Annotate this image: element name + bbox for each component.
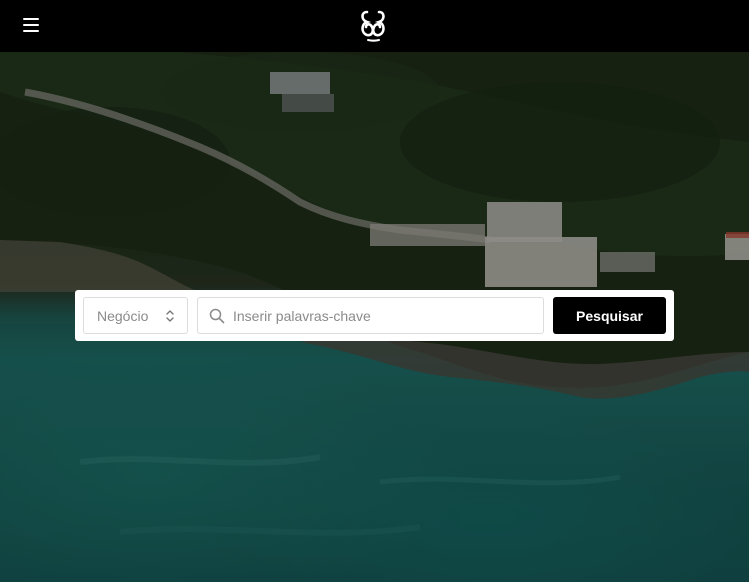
search-submit-button[interactable]: Pesquisar: [553, 297, 666, 334]
hamburger-menu-icon[interactable]: [23, 16, 43, 34]
keywords-input[interactable]: [233, 299, 533, 332]
business-type-select[interactable]: Negócio: [83, 297, 188, 334]
brand-logo[interactable]: [358, 9, 388, 43]
property-search-bar: Negócio Pesquisar: [75, 290, 674, 341]
chevron-up-down-icon: [166, 310, 174, 322]
keywords-field[interactable]: [197, 297, 544, 334]
business-type-selected-value: Negócio: [97, 308, 149, 324]
top-navigation-bar: [0, 0, 749, 52]
search-icon: [209, 308, 225, 324]
